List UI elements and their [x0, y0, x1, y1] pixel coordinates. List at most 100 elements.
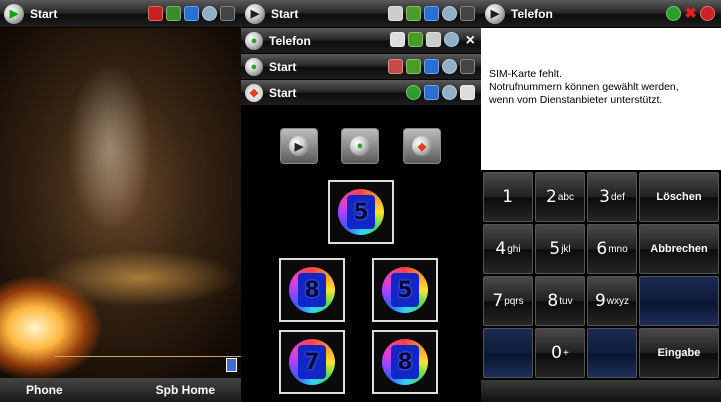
- key-digit: 2: [546, 187, 557, 207]
- cancel-button[interactable]: Abbrechen: [639, 224, 719, 274]
- key-letters: abc: [557, 191, 574, 203]
- enter-button[interactable]: Eingabe: [639, 328, 719, 378]
- signal-icon[interactable]: [424, 6, 439, 21]
- sync-icon[interactable]: [406, 6, 421, 21]
- signal-icon[interactable]: [424, 59, 439, 74]
- phone-icon[interactable]: [425, 31, 441, 47]
- signal-icon[interactable]: [424, 85, 439, 100]
- task-item-start[interactable]: ● Start: [241, 54, 481, 80]
- battery-icon[interactable]: [220, 6, 235, 21]
- tile-number: 8: [391, 345, 419, 379]
- sony-ericsson-logo-icon: ●: [245, 31, 263, 50]
- task-item-telefon[interactable]: ● Telefon ×: [241, 28, 481, 54]
- start-label[interactable]: Start: [30, 7, 57, 21]
- key-8[interactable]: 8 tuv: [535, 276, 585, 326]
- key-0[interactable]: 0 +: [535, 328, 585, 378]
- windows-flag-icon: ◆: [412, 136, 432, 156]
- softkey-bar: Phone Spb Home: [0, 378, 241, 402]
- key-1[interactable]: 1: [483, 172, 533, 222]
- message-line: SIM-Karte fehlt.: [489, 68, 562, 80]
- windows-flag-icon: ◆: [245, 83, 263, 102]
- signal-icon[interactable]: [184, 6, 199, 21]
- windows-flag-button[interactable]: ◆: [403, 128, 441, 164]
- panel-tile[interactable]: 8: [372, 330, 438, 394]
- sync-icon[interactable]: [166, 6, 181, 21]
- message-area: SIM-Karte fehlt. Notrufnummern können ge…: [481, 28, 721, 170]
- phone-off-icon[interactable]: [700, 6, 715, 21]
- panel-ring-icon: 8: [289, 267, 335, 313]
- panel-tile[interactable]: 5: [328, 180, 394, 244]
- key-letters: pqrs: [504, 295, 524, 307]
- start-label[interactable]: Start: [271, 7, 298, 21]
- battery-icon[interactable]: [460, 6, 475, 21]
- delete-button[interactable]: Löschen: [639, 172, 719, 222]
- key-letters: ghi: [507, 243, 521, 255]
- key-7[interactable]: 7 pqrs: [483, 276, 533, 326]
- task-switcher-panel: ▶ Start ● Telefon × ● Start ◆ Start ▶ ● …: [241, 0, 481, 402]
- panel-tile[interactable]: 7: [279, 330, 345, 394]
- sony-ericsson-logo-icon: ●: [245, 57, 263, 76]
- key-letters: jkl: [561, 243, 571, 255]
- battery-icon[interactable]: [460, 59, 475, 74]
- message-line: Notrufnummern können gewählt werden,: [489, 81, 679, 93]
- key-5[interactable]: 5 jkl: [535, 224, 585, 274]
- sony-ericsson-logo-icon: ●: [350, 136, 370, 156]
- windows-logo-icon[interactable]: ▶: [245, 3, 265, 24]
- panel-tile[interactable]: 5: [372, 258, 438, 322]
- sound-icon[interactable]: [442, 6, 457, 21]
- phone-green-icon[interactable]: [666, 6, 682, 21]
- key-4[interactable]: 4 ghi: [483, 224, 533, 274]
- windows-button[interactable]: ▶: [280, 128, 318, 164]
- wallpaper: [0, 28, 241, 378]
- sound-icon[interactable]: [442, 59, 457, 74]
- panel-tile[interactable]: 8: [279, 258, 345, 322]
- dialer-keypad: 1 2 abc 3 def Löschen 4 ghi 5 jkl 6 mno …: [481, 170, 721, 402]
- key-digit: 4: [495, 239, 507, 259]
- windows-logo-icon[interactable]: ▶: [4, 3, 24, 24]
- blank-key: [639, 276, 719, 326]
- tile-number: 7: [298, 345, 326, 379]
- sound-icon[interactable]: [443, 31, 459, 47]
- key-6[interactable]: 6 mno: [587, 224, 637, 274]
- display-icon[interactable]: [460, 85, 475, 100]
- task-title: Start: [269, 59, 297, 74]
- title-bar: ▶ Start: [241, 0, 481, 28]
- keyboard-icon[interactable]: [226, 358, 237, 372]
- telefon-title: Telefon: [511, 6, 553, 21]
- home-screen-panel: ▶ Start Phone Spb Home: [0, 0, 241, 402]
- key-digit: 3: [599, 187, 610, 207]
- panel-ring-icon: 5: [338, 189, 384, 235]
- blank-key: [483, 328, 533, 378]
- sound-icon[interactable]: [202, 6, 217, 21]
- panel-ring-icon: 7: [289, 339, 335, 385]
- close-icon[interactable]: ×: [466, 32, 475, 50]
- sony-ericsson-button[interactable]: ●: [341, 128, 379, 164]
- key-digit: 6: [596, 239, 608, 259]
- tile-number: 8: [298, 273, 326, 307]
- sync-icon[interactable]: [407, 31, 423, 47]
- close-red-icon[interactable]: ✖: [684, 6, 697, 21]
- signal-3g-icon[interactable]: [406, 59, 421, 74]
- windows-logo-icon[interactable]: ▶: [485, 3, 505, 24]
- softkey-spb-home[interactable]: Spb Home: [156, 383, 215, 397]
- title-bar: ▶ Start: [0, 0, 241, 28]
- key-3[interactable]: 3 def: [587, 172, 637, 222]
- phone-off-icon[interactable]: [148, 6, 163, 21]
- key-2[interactable]: 2 abc: [535, 172, 585, 222]
- phone-green-icon[interactable]: [406, 85, 421, 100]
- key-letters: def: [610, 191, 625, 203]
- key-digit: 7: [492, 291, 504, 311]
- task-item-start-2[interactable]: ◆ Start: [241, 80, 481, 106]
- blank-key: [587, 328, 637, 378]
- softkey-phone[interactable]: Phone: [26, 383, 63, 397]
- tile-number: 5: [347, 195, 375, 229]
- message-icon[interactable]: [388, 6, 403, 21]
- key-9[interactable]: 9 wxyz: [587, 276, 637, 326]
- contacts-icon[interactable]: [388, 59, 403, 74]
- clock-icon[interactable]: [442, 85, 457, 100]
- task-title: Start: [269, 85, 297, 100]
- panel-ring-icon: 5: [382, 267, 428, 313]
- tile-number: 5: [391, 273, 419, 307]
- key-digit: 0: [551, 343, 562, 363]
- bluetooth-icon[interactable]: [389, 31, 405, 47]
